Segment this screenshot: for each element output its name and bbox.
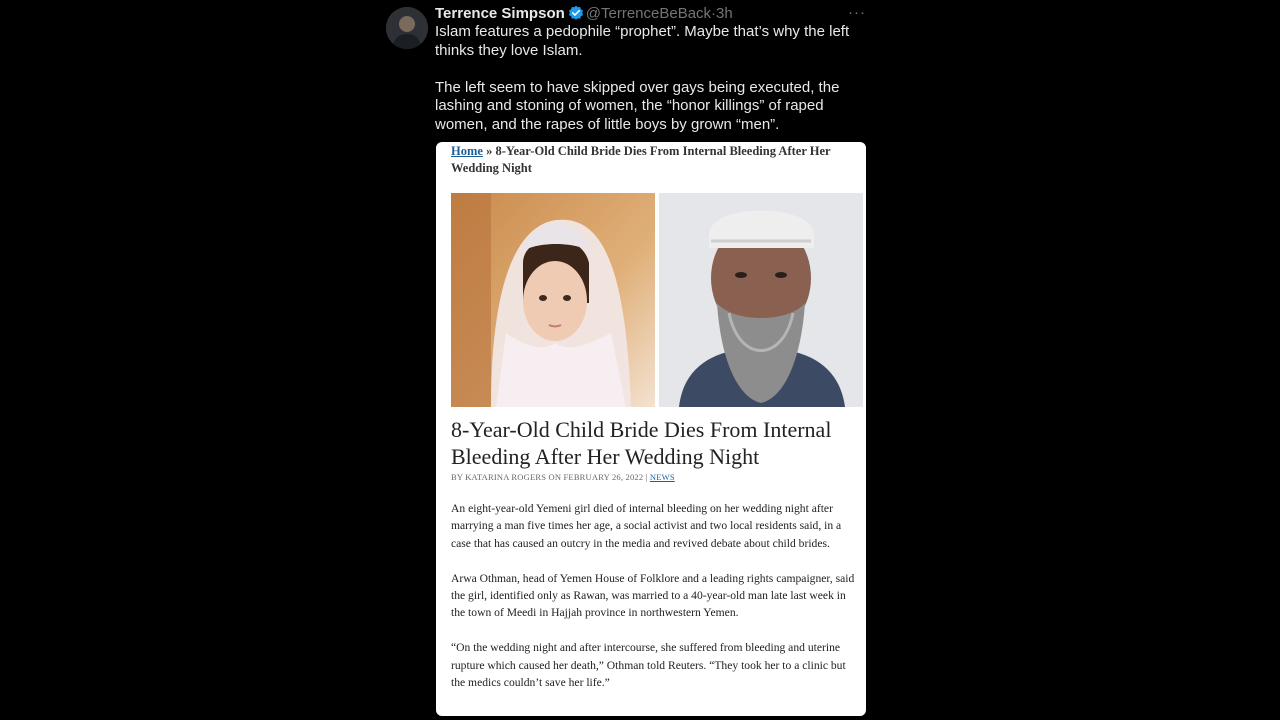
tweet-text: Islam features a pedophile “prophet”. Ma… (435, 23, 865, 134)
category-link[interactable]: NEWS (650, 472, 675, 482)
author-avatar[interactable] (386, 7, 428, 49)
article-headline: 8-Year-Old Child Bride Dies From Interna… (451, 417, 832, 469)
article-paragraph-3: “On the wedding night and after intercou… (451, 641, 846, 690)
tweet-paragraph-1: Islam features a pedophile “prophet”. Ma… (435, 23, 850, 59)
byline-text: BY KATARINA ROGERS ON FEBRUARY 26, 2022 … (451, 472, 650, 482)
breadcrumb-home-link[interactable]: Home (451, 144, 483, 158)
child-bride-photo (451, 193, 655, 407)
breadcrumb-current: 8-Year-Old Child Bride Dies From Interna… (451, 144, 831, 175)
man-mugshot-photo (659, 193, 863, 407)
article-body: An eight-year-old Yemeni girl died of in… (451, 500, 861, 709)
author-handle[interactable]: @TerrenceBeBack (586, 5, 711, 22)
embedded-article-image[interactable]: Home » 8-Year-Old Child Bride Dies From … (436, 142, 866, 716)
breadcrumb-separator: » (482, 144, 496, 158)
tweet-header: Terrence Simpson @TerrenceBeBack·3h ··· (435, 4, 866, 24)
tweet-paragraph-2: The left seem to have skipped over gays … (435, 78, 840, 133)
breadcrumb: Home » 8-Year-Old Child Bride Dies From … (451, 143, 861, 177)
tweet-timestamp[interactable]: 3h (716, 5, 733, 22)
author-name[interactable]: Terrence Simpson (435, 5, 565, 22)
tweet: Terrence Simpson @TerrenceBeBack·3h ··· I… (386, 0, 866, 720)
article-byline: BY KATARINA ROGERS ON FEBRUARY 26, 2022 … (451, 471, 675, 483)
more-options-icon[interactable]: ··· (848, 3, 866, 23)
article-paragraph-2: Arwa Othman, head of Yemen House of Folk… (451, 571, 855, 620)
article-paragraph-1: An eight-year-old Yemeni girl died of in… (451, 502, 842, 550)
